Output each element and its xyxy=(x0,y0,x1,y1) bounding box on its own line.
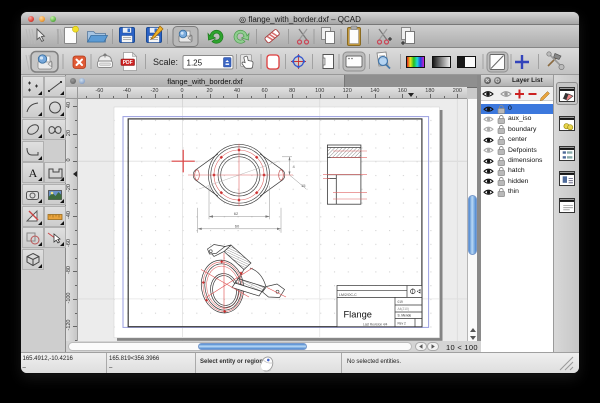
svg-text:A4(210): A4(210) xyxy=(398,307,409,311)
svg-text:PDF: PDF xyxy=(123,60,133,66)
svg-text:1.25: 1.25 xyxy=(187,59,203,68)
svg-text:Flange: Flange xyxy=(344,310,372,320)
svg-text:15: 15 xyxy=(301,183,306,188)
svg-text:Last Revision 4/4: Last Revision 4/4 xyxy=(363,322,388,326)
svg-text:S. Mende: S. Mende xyxy=(398,314,412,318)
svg-text:LM/2/OC-C: LM/2/OC-C xyxy=(339,293,357,297)
svg-text:019: 019 xyxy=(398,300,404,304)
svg-text:Scale:: Scale: xyxy=(153,57,178,67)
svg-text:Rev 2: Rev 2 xyxy=(398,321,407,325)
svg-text:A: A xyxy=(28,166,37,180)
svg-text:60: 60 xyxy=(235,223,240,228)
svg-text:62: 62 xyxy=(234,211,239,216)
